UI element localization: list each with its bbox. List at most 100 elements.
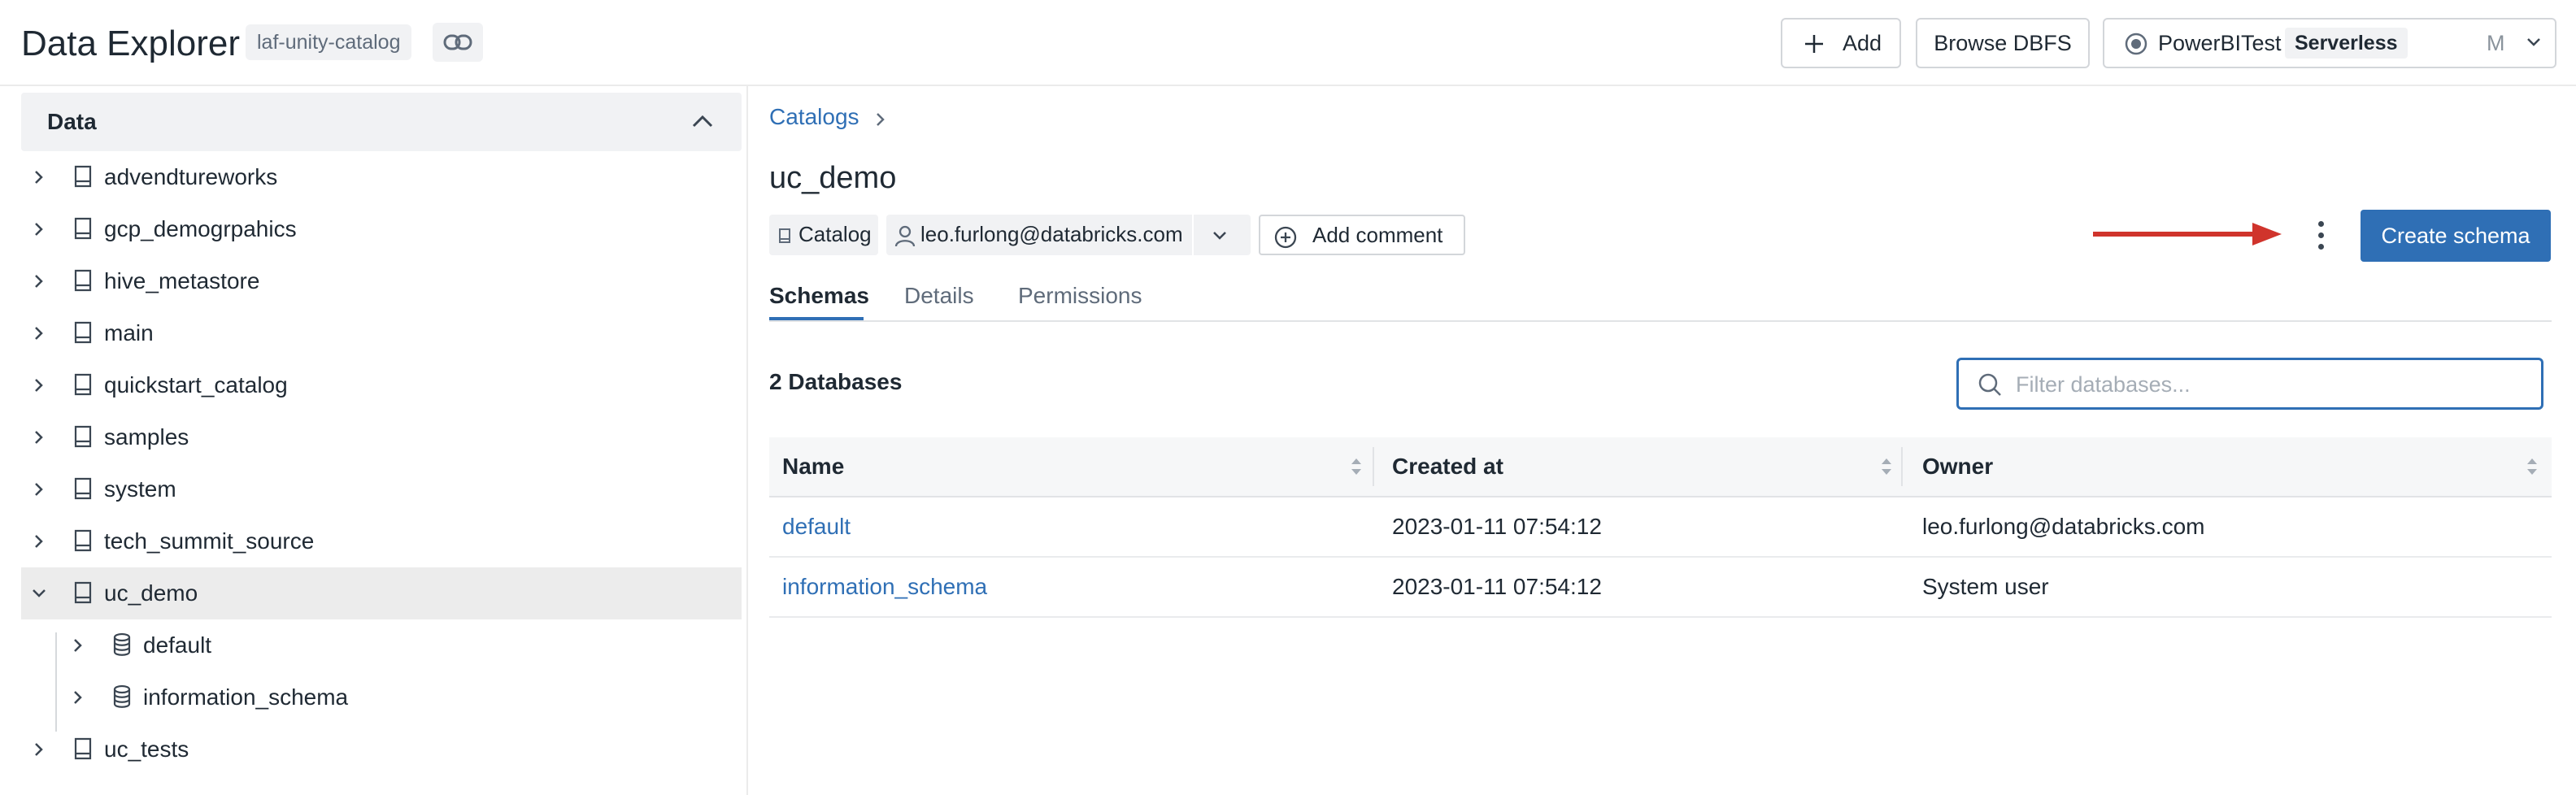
sort-icon[interactable] bbox=[1880, 455, 1893, 478]
tree-item-label: quickstart_catalog bbox=[104, 372, 288, 398]
table-row[interactable]: information_schema 2023-01-11 07:54:12 S… bbox=[769, 558, 2552, 618]
add-comment-icon bbox=[1274, 226, 1297, 249]
browse-dbfs-button[interactable]: Browse DBFS bbox=[1916, 18, 2090, 68]
column-header-owner[interactable]: Owner bbox=[1922, 437, 1993, 496]
tree-item-default[interactable]: default bbox=[21, 619, 742, 671]
filter-databases[interactable] bbox=[1956, 358, 2543, 410]
copy-link-button[interactable] bbox=[433, 23, 483, 62]
data-section-header[interactable]: Data bbox=[21, 93, 742, 151]
add-button-label: Add bbox=[1843, 31, 1882, 55]
tab-details[interactable]: Details bbox=[904, 278, 974, 314]
catalog-icon bbox=[74, 165, 92, 188]
search-icon bbox=[1978, 373, 2001, 396]
create-schema-button[interactable]: Create schema bbox=[2361, 210, 2551, 262]
chevron-right-icon[interactable] bbox=[31, 273, 47, 289]
chevron-down-icon[interactable] bbox=[1212, 231, 1228, 241]
sort-icon[interactable] bbox=[1350, 455, 1363, 478]
cluster-selector[interactable]: PowerBITest Serverless M bbox=[2103, 18, 2556, 68]
table-row[interactable]: default 2023-01-11 07:54:12 leo.furlong@… bbox=[769, 497, 2552, 558]
red-arrow-annotation bbox=[2093, 223, 2282, 245]
owner-cell: System user bbox=[1922, 574, 2049, 599]
catalog-title: uc_demo bbox=[769, 161, 897, 195]
breadcrumb-catalogs[interactable]: Catalogs bbox=[769, 104, 859, 129]
catalog-icon bbox=[779, 228, 790, 243]
user-icon bbox=[894, 225, 916, 247]
tree-item-main[interactable]: main bbox=[21, 307, 742, 359]
catalog-name-pill: laf-unity-catalog bbox=[246, 24, 412, 60]
database-icon bbox=[113, 632, 131, 656]
breadcrumb[interactable]: Catalogs bbox=[769, 101, 885, 133]
tree-item-label: main bbox=[104, 320, 154, 345]
tree-item-label: uc_demo bbox=[104, 580, 198, 606]
catalog-icon bbox=[74, 581, 92, 604]
page-title: Data Explorer bbox=[21, 24, 241, 63]
catalog-detail: Catalogs uc_demo Catalog leo.furlong@dat… bbox=[748, 85, 2576, 795]
tree-item-label: gcp_demogrpahics bbox=[104, 216, 297, 241]
tree-item-gcp-demogrpahics[interactable]: gcp_demogrpahics bbox=[21, 203, 742, 255]
catalog-icon bbox=[74, 373, 92, 396]
catalog-icon bbox=[74, 269, 92, 292]
catalog-icon bbox=[74, 425, 92, 448]
add-comment-button[interactable]: Add comment bbox=[1259, 215, 1465, 255]
tree-item-label: default bbox=[143, 632, 212, 658]
catalog-icon bbox=[74, 737, 92, 760]
data-section-label: Data bbox=[47, 109, 97, 134]
column-divider bbox=[1373, 447, 1374, 486]
table-header: Name Created at Owner bbox=[769, 437, 2552, 497]
chevron-right-icon[interactable] bbox=[31, 741, 47, 758]
chevron-right-icon bbox=[877, 113, 885, 126]
tree-item-uc-tests[interactable]: uc_tests bbox=[21, 723, 742, 775]
tree-item-label: advendtureworks bbox=[104, 164, 278, 189]
more-options-icon[interactable] bbox=[2306, 213, 2335, 258]
column-header-created[interactable]: Created at bbox=[1392, 437, 1503, 496]
catalog-icon bbox=[74, 529, 92, 552]
owner-divider bbox=[1192, 215, 1194, 255]
chevron-down-icon[interactable] bbox=[31, 585, 47, 602]
tab-schemas[interactable]: Schemas bbox=[769, 278, 869, 314]
catalog-sidebar: Data advendtureworks gcp_demogrpahicshive… bbox=[0, 85, 748, 795]
chevron-right-icon[interactable] bbox=[31, 481, 47, 497]
cluster-name: PowerBITest bbox=[2158, 31, 2282, 55]
tree-item-advendtureworks[interactable]: advendtureworks bbox=[21, 151, 742, 203]
chevron-right-icon[interactable] bbox=[70, 637, 86, 654]
tab-permissions[interactable]: Permissions bbox=[1018, 278, 1142, 314]
chevron-right-icon[interactable] bbox=[31, 377, 47, 393]
catalog-icon bbox=[74, 477, 92, 500]
tree-item-quickstart-catalog[interactable]: quickstart_catalog bbox=[21, 359, 742, 411]
filter-input[interactable] bbox=[2014, 367, 2522, 402]
active-tab-indicator bbox=[769, 317, 864, 320]
database-icon bbox=[113, 684, 131, 708]
tree-item-label: hive_metastore bbox=[104, 268, 260, 293]
add-comment-label: Add comment bbox=[1312, 223, 1443, 247]
tree-item-tech-summit-source[interactable]: tech_summit_source bbox=[21, 515, 742, 567]
tree-item-system[interactable]: system bbox=[21, 463, 742, 515]
tree-item-label: tech_summit_source bbox=[104, 528, 315, 554]
tree-item-samples[interactable]: samples bbox=[21, 411, 742, 463]
tree-guide-line bbox=[55, 632, 57, 732]
chevron-up-icon[interactable] bbox=[691, 114, 714, 128]
add-button[interactable]: Add bbox=[1781, 18, 1901, 68]
tree-item-label: samples bbox=[104, 424, 189, 450]
column-header-name[interactable]: Name bbox=[782, 437, 844, 496]
chevron-right-icon[interactable] bbox=[31, 221, 47, 237]
chevron-right-icon[interactable] bbox=[31, 169, 47, 185]
chevron-right-icon[interactable] bbox=[31, 533, 47, 550]
chevron-right-icon[interactable] bbox=[31, 325, 47, 341]
tree-item-label: information_schema bbox=[143, 684, 349, 710]
owner-selector[interactable]: leo.furlong@databricks.com bbox=[886, 215, 1251, 255]
created-at-cell: 2023-01-11 07:54:12 bbox=[1392, 514, 1602, 539]
tree-item-uc-demo[interactable]: uc_demo bbox=[21, 567, 742, 619]
tree-item-information-schema[interactable]: information_schema bbox=[21, 671, 742, 723]
schema-name-link[interactable]: information_schema bbox=[782, 558, 987, 616]
plus-icon bbox=[1805, 35, 1823, 53]
catalog-icon bbox=[74, 321, 92, 344]
page-header: Data Explorer laf-unity-catalog Add Brow… bbox=[0, 0, 2576, 86]
tree-item-label: uc_tests bbox=[104, 736, 189, 762]
database-count: 2 Databases bbox=[769, 369, 903, 394]
schema-name-link[interactable]: default bbox=[782, 497, 851, 556]
chevron-right-icon[interactable] bbox=[70, 689, 86, 706]
tree-item-hive-metastore[interactable]: hive_metastore bbox=[21, 255, 742, 307]
created-at-cell: 2023-01-11 07:54:12 bbox=[1392, 574, 1602, 599]
chevron-right-icon[interactable] bbox=[31, 429, 47, 445]
sort-icon[interactable] bbox=[2526, 455, 2539, 478]
